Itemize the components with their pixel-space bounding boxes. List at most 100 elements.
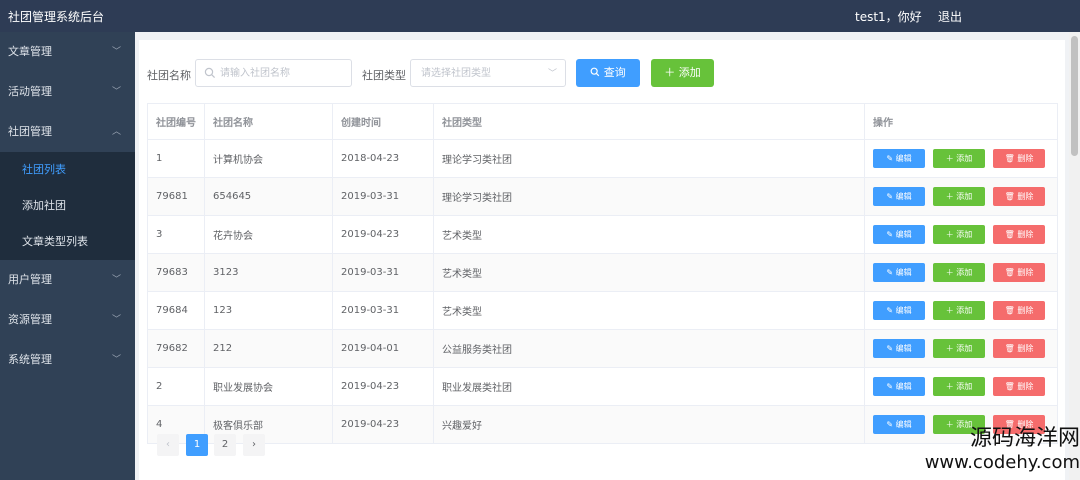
row-add-button[interactable]: ＋ 添加 <box>933 415 985 434</box>
prev-page-button[interactable]: ‹ <box>157 434 179 456</box>
row-add-button[interactable]: ＋ 添加 <box>933 339 985 358</box>
sidebar-item-articles[interactable]: 文章管理 ﹀ <box>0 32 135 72</box>
delete-button[interactable]: 🗑 删除 <box>993 301 1045 320</box>
scrollbar-thumb[interactable] <box>1071 36 1078 156</box>
pencil-icon: ✎ <box>886 344 896 353</box>
plus-icon: ＋ <box>945 154 957 163</box>
cell-operations: ✎ 编辑 ＋ 添加 🗑 删除 <box>864 291 1058 330</box>
chevron-down-icon: ﹀ <box>111 275 121 285</box>
top-bar: 社团管理系统后台 test1，你好 退出 <box>0 0 1080 32</box>
edit-button[interactable]: ✎ 编辑 <box>873 301 925 320</box>
cell-date: 2019-04-01 <box>332 329 434 368</box>
chevron-down-icon: ﹀ <box>547 69 557 79</box>
logout-link[interactable]: 退出 <box>938 8 962 25</box>
pencil-icon: ✎ <box>886 192 896 201</box>
search-button-label: 查询 <box>603 66 626 79</box>
search-button[interactable]: 查询 <box>576 59 640 87</box>
chevron-down-icon: ﹀ <box>111 47 121 57</box>
edit-button[interactable]: ✎ 编辑 <box>873 415 925 434</box>
cell-date: 2019-04-23 <box>332 215 434 254</box>
cell-type: 艺术类型 <box>433 215 865 254</box>
cell-operations: ✎ 编辑 ＋ 添加 🗑 删除 <box>864 139 1058 178</box>
delete-button[interactable]: 🗑 删除 <box>993 149 1045 168</box>
edit-button[interactable]: ✎ 编辑 <box>873 377 925 396</box>
club-name-input-wrapper <box>195 59 352 87</box>
submenu-article-types[interactable]: 文章类型列表 <box>0 224 135 260</box>
sidebar-item-users[interactable]: 用户管理 ﹀ <box>0 260 135 300</box>
delete-button[interactable]: 🗑 删除 <box>993 415 1045 434</box>
sidebar-item-label: 资源管理 <box>8 313 52 326</box>
edit-button[interactable]: ✎ 编辑 <box>873 225 925 244</box>
delete-button[interactable]: 🗑 删除 <box>993 225 1045 244</box>
table-row: 1 计算机协会 2018-04-23 理论学习类社团 ✎ 编辑 ＋ 添加 🗑 删除 <box>147 139 1058 178</box>
club-type-select[interactable]: ﹀ <box>410 59 566 87</box>
cell-id: 79683 <box>147 253 205 292</box>
delete-button-label: 删除 <box>1017 230 1034 239</box>
row-add-button-label: 添加 <box>956 306 973 315</box>
submenu-club-list[interactable]: 社团列表 <box>0 152 135 188</box>
edit-button[interactable]: ✎ 编辑 <box>873 149 925 168</box>
page-button-2[interactable]: 2 <box>214 434 236 456</box>
plus-icon: ＋ <box>945 344 957 353</box>
cell-operations: ✎ 编辑 ＋ 添加 🗑 删除 <box>864 177 1058 216</box>
delete-button[interactable]: 🗑 删除 <box>993 263 1045 282</box>
row-add-button[interactable]: ＋ 添加 <box>933 225 985 244</box>
row-add-button[interactable]: ＋ 添加 <box>933 149 985 168</box>
delete-button[interactable]: 🗑 删除 <box>993 187 1045 206</box>
sidebar-item-activities[interactable]: 活动管理 ﹀ <box>0 72 135 112</box>
table-row: 3 花卉协会 2019-04-23 艺术类型 ✎ 编辑 ＋ 添加 🗑 删除 <box>147 215 1058 254</box>
delete-button[interactable]: 🗑 删除 <box>993 339 1045 358</box>
edit-button[interactable]: ✎ 编辑 <box>873 339 925 358</box>
search-icon <box>204 67 216 79</box>
edit-button-label: 编辑 <box>895 420 912 429</box>
plus-icon: ＋ <box>945 382 957 391</box>
plus-icon: ＋ <box>945 192 957 201</box>
row-add-button[interactable]: ＋ 添加 <box>933 377 985 396</box>
clubs-table: 社团编号 社团名称 创建时间 社团类型 操作 1 计算机协会 2018-04-23 理… <box>147 103 1058 444</box>
edit-button-label: 编辑 <box>895 154 912 163</box>
cell-id: 1 <box>147 139 205 178</box>
club-name-input[interactable] <box>220 60 348 86</box>
trash-icon: 🗑 <box>1004 192 1018 201</box>
row-add-button-label: 添加 <box>956 344 973 353</box>
sidebar-item-resources[interactable]: 资源管理 ﹀ <box>0 300 135 340</box>
delete-button-label: 删除 <box>1017 420 1034 429</box>
chevron-down-icon: ﹀ <box>111 87 121 97</box>
cell-id: 3 <box>147 215 205 254</box>
cell-date: 2019-04-23 <box>332 405 434 444</box>
trash-icon: 🗑 <box>1004 420 1018 429</box>
next-page-button[interactable]: › <box>243 434 265 456</box>
trash-icon: 🗑 <box>1004 268 1018 277</box>
trash-icon: 🗑 <box>1004 306 1018 315</box>
submenu-add-club[interactable]: 添加社团 <box>0 188 135 224</box>
chevron-up-icon: ︿ <box>111 127 121 137</box>
sidebar-item-clubs[interactable]: 社团管理 ︿ <box>0 112 135 152</box>
scrollbar[interactable] <box>1069 32 1080 480</box>
sidebar-item-label: 用户管理 <box>8 273 52 286</box>
clubs-submenu: 社团列表 添加社团 文章类型列表 <box>0 152 135 260</box>
sidebar-item-label: 社团管理 <box>8 125 52 138</box>
row-add-button[interactable]: ＋ 添加 <box>933 301 985 320</box>
edit-button-label: 编辑 <box>895 268 912 277</box>
page-button-1[interactable]: 1 <box>186 434 208 456</box>
sidebar-item-system[interactable]: 系统管理 ﹀ <box>0 340 135 380</box>
cell-date: 2019-04-23 <box>332 367 434 406</box>
table-row: 79681 654645 2019-03-31 理论学习类社团 ✎ 编辑 ＋ 添加 🗑 删除 <box>147 177 1058 216</box>
plus-icon: ＋ <box>945 306 957 315</box>
row-add-button-label: 添加 <box>956 420 973 429</box>
cell-id: 79684 <box>147 291 205 330</box>
edit-button[interactable]: ✎ 编辑 <box>873 187 925 206</box>
edit-button[interactable]: ✎ 编辑 <box>873 263 925 282</box>
add-button[interactable]: ＋ 添加 <box>651 59 714 87</box>
cell-operations: ✎ 编辑 ＋ 添加 🗑 删除 <box>864 329 1058 368</box>
delete-button[interactable]: 🗑 删除 <box>993 377 1045 396</box>
pencil-icon: ✎ <box>886 154 896 163</box>
pencil-icon: ✎ <box>886 306 896 315</box>
row-add-button[interactable]: ＋ 添加 <box>933 263 985 282</box>
pencil-icon: ✎ <box>886 382 896 391</box>
column-header: 创建时间 <box>332 103 434 140</box>
club-type-select-input[interactable] <box>421 60 541 86</box>
delete-button-label: 删除 <box>1017 192 1034 201</box>
row-add-button[interactable]: ＋ 添加 <box>933 187 985 206</box>
club-name-label: 社团名称 <box>147 69 191 82</box>
